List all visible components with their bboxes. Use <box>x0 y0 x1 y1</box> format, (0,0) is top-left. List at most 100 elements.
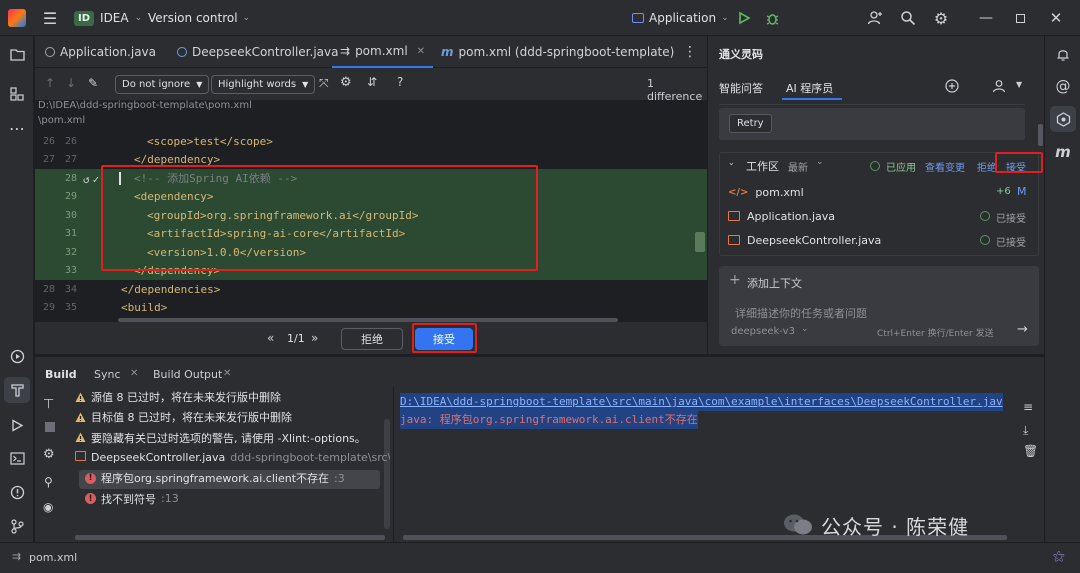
gear-icon[interactable]: ⚙ <box>931 8 951 28</box>
plus-icon[interactable]: + <box>729 272 741 288</box>
close-tab-icon[interactable]: ✕ <box>223 368 231 379</box>
build-message[interactable]: 要隐藏有关已过时选项的警告, 请使用 -Xlint:-options。 <box>75 428 366 448</box>
status-file[interactable]: pom.xml <box>29 551 77 564</box>
build-file-node[interactable]: DeepseekController.java ddd-springboot-te… <box>75 448 390 468</box>
view-changes-link[interactable]: 查看变更 <box>925 159 965 174</box>
tree-scrollbar[interactable] <box>384 419 390 529</box>
tab-smart-qa[interactable]: 智能问答 <box>719 80 763 96</box>
run-tool-icon[interactable] <box>7 415 27 435</box>
tab-pom-diff[interactable]: ⇉ pom.xml ✕ <box>332 36 434 68</box>
tab-pom-project[interactable]: m pom.xml (ddd-springboot-template) <box>441 36 674 68</box>
panel-scrollbar[interactable] <box>1038 124 1043 146</box>
latest-filter[interactable]: 最新 <box>788 159 808 174</box>
pin-icon[interactable]: ⚲ <box>44 475 53 489</box>
tab-options-icon[interactable]: ⋮ <box>680 42 700 62</box>
help-icon[interactable]: ? <box>397 75 403 89</box>
edit-pencil-icon[interactable]: ✎ <box>88 76 98 90</box>
run-config-selector[interactable]: Application ⌄ <box>632 8 729 28</box>
search-icon[interactable] <box>898 8 918 28</box>
problems-icon[interactable] <box>7 482 27 502</box>
next-diff-icon[interactable]: » <box>311 331 318 345</box>
user-icon[interactable] <box>990 77 1008 95</box>
triangle-down-icon: ▼ <box>196 80 203 89</box>
add-user-icon[interactable] <box>865 8 885 28</box>
maven-tool-icon[interactable]: m <box>1053 142 1073 162</box>
close-icon[interactable]: ✕ <box>1046 8 1066 28</box>
debug-icon[interactable] <box>762 8 782 28</box>
build-hammer-icon[interactable]: ⊤ <box>43 397 54 412</box>
collapse-icon[interactable]: ⤧ <box>319 76 329 91</box>
clear-trash-icon[interactable]: 🗑 <box>1023 444 1038 458</box>
prev-diff-icon[interactable]: « <box>267 331 274 345</box>
check-icon[interactable]: ✓ <box>93 173 100 186</box>
tab-sync[interactable]: Sync <box>94 368 121 381</box>
arrow-up-icon[interactable]: ↑ <box>45 76 55 90</box>
revert-icon[interactable]: ↺ <box>83 173 90 186</box>
model-selector[interactable]: deepseek-v3 <box>731 326 795 337</box>
build-message[interactable]: ! 程序包org.springframework.ai.client不存在:3 <box>85 468 345 488</box>
build-title: Build <box>45 368 77 381</box>
add-context-button[interactable]: 添加上下文 <box>747 275 802 291</box>
file-path-line2: \pom.xml <box>38 115 86 126</box>
triangle-down-icon[interactable]: ▼ <box>1016 80 1022 89</box>
right-line-number: 26 <box>64 135 77 147</box>
services-icon[interactable] <box>7 346 27 366</box>
build-message[interactable]: 源值 8 已过时，将在未来发行版中删除 <box>75 387 281 407</box>
tab-build-output[interactable]: Build Output <box>153 368 222 381</box>
highlight-dropdown[interactable]: Highlight words ▼ <box>211 75 316 94</box>
tab-application-java[interactable]: Application.java <box>45 36 156 68</box>
splitter[interactable] <box>393 387 394 543</box>
build-hammer-icon[interactable] <box>4 377 30 403</box>
tab-ai-programmer[interactable]: AI 程序员 <box>786 80 833 96</box>
task-input[interactable]: 详细描述你的任务或者问题 <box>735 305 867 321</box>
scroll-to-end-icon[interactable]: ⤓ <box>1023 423 1028 438</box>
chat-input-box[interactable]: + 添加上下文 详细描述你的任务或者问题 deepseek-v3 ⌄ Ctrl+… <box>719 266 1039 346</box>
reject-all-link[interactable]: 拒绝 <box>977 159 997 174</box>
settings-icon[interactable]: ⚙ <box>43 447 55 462</box>
build-message[interactable]: 目标值 8 已过时，将在未来发行版中删除 <box>75 407 292 427</box>
arrow-down-icon[interactable]: ↓ <box>66 76 76 90</box>
build-output-console[interactable]: D:\IDEA\ddd-springboot-template\src\main… <box>400 393 1014 431</box>
chevron-down-icon[interactable]: ⌄ <box>816 157 824 167</box>
vcs-selector[interactable]: Version control ⌄ <box>148 8 250 28</box>
ignore-label: Do not ignore <box>122 79 191 90</box>
settings-icon[interactable]: ⚙ <box>340 75 352 90</box>
structure-icon[interactable] <box>7 84 27 104</box>
applied-check-icon <box>870 161 880 171</box>
sync-scroll-icon[interactable]: ⇵ <box>367 75 377 89</box>
chevron-down-icon[interactable]: ⌄ <box>728 158 735 167</box>
close-tab-icon[interactable]: ✕ <box>130 368 138 379</box>
chevron-down-icon[interactable]: ⌄ <box>801 324 809 334</box>
project-selector[interactable]: ID IDEA ⌄ <box>74 8 142 28</box>
main-menu-icon[interactable]: ☰ <box>40 8 60 28</box>
ignore-whitespace-dropdown[interactable]: Do not ignore ▼ <box>115 75 210 94</box>
output-file-link[interactable]: D:\IDEA\ddd-springboot-template\src\main… <box>400 393 1003 411</box>
changed-file-application[interactable]: Application.java <box>728 207 835 225</box>
changed-file-deepseek[interactable]: DeepseekController.java <box>728 231 881 249</box>
ai-assistant-icon[interactable]: @ <box>1053 76 1073 96</box>
ai-status-icon[interactable]: ⚝ <box>1053 549 1065 564</box>
git-icon[interactable] <box>7 516 27 536</box>
tongyi-lingma-icon[interactable] <box>1050 106 1076 132</box>
folder-icon[interactable] <box>7 44 27 64</box>
tree-h-scrollbar[interactable] <box>75 535 385 540</box>
close-tab-icon[interactable]: ✕ <box>417 46 425 57</box>
terminal-icon[interactable] <box>7 448 27 468</box>
eye-icon[interactable]: ◉ <box>43 500 53 514</box>
tab-deepseek-controller[interactable]: DeepseekController.java <box>177 36 338 68</box>
stop-icon[interactable] <box>45 422 55 432</box>
notifications-icon[interactable] <box>1053 44 1073 64</box>
build-messages-tree[interactable]: 源值 8 已过时，将在未来发行版中删除 目标值 8 已过时，将在未来发行版中删除要… <box>68 387 390 543</box>
changed-file-pom[interactable]: </> pom.xml <box>728 183 804 201</box>
restore-icon[interactable] <box>1010 8 1030 28</box>
retry-button[interactable]: Retry <box>729 114 772 133</box>
send-icon[interactable]: → <box>1017 322 1028 337</box>
more-icon[interactable]: ⋯ <box>7 118 27 138</box>
left-tool-strip: ⋯ <box>0 36 34 542</box>
new-chat-icon[interactable] <box>943 77 961 95</box>
reject-button[interactable]: 拒绝 <box>341 328 403 350</box>
build-message[interactable]: ! 找不到符号:13 <box>85 489 179 509</box>
soft-wrap-icon[interactable]: ≡ <box>1023 400 1033 414</box>
minimize-icon[interactable]: — <box>976 8 996 28</box>
run-icon[interactable] <box>734 8 754 28</box>
